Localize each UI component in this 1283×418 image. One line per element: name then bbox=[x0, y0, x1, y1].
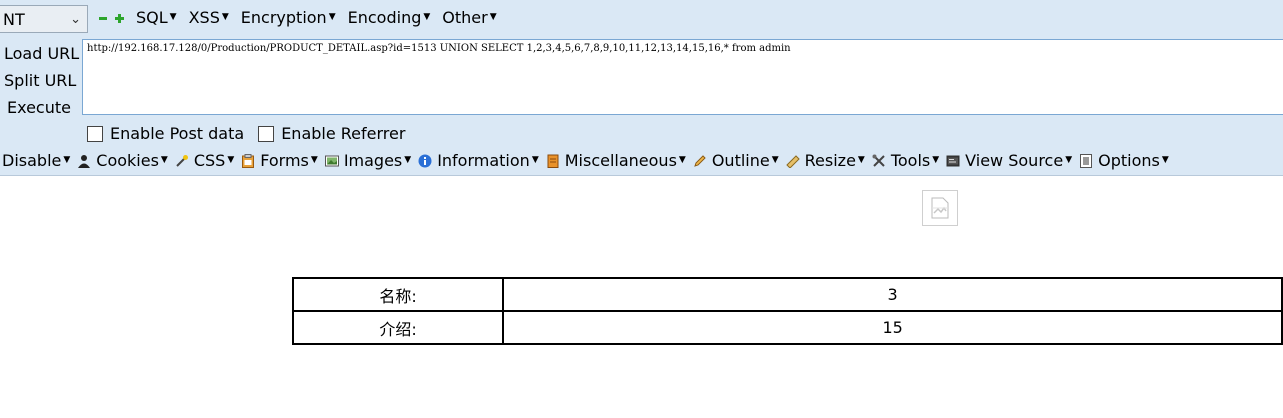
enable-post-data-checkbox[interactable]: Enable Post data bbox=[87, 124, 244, 143]
dropdown-triangle-icon: ▼ bbox=[160, 154, 168, 165]
menu-miscellaneous[interactable]: Miscellaneous ▼ bbox=[546, 151, 686, 170]
dropdown-triangle-icon: ▼ bbox=[1065, 154, 1073, 165]
menu-information[interactable]: Information ▼ bbox=[418, 151, 539, 170]
menu-cookies[interactable]: Cookies ▼ bbox=[77, 151, 168, 170]
dropdown-triangle-icon: ▼ bbox=[771, 154, 779, 165]
dropdown-triangle-icon: ▼ bbox=[489, 11, 497, 22]
images-picture-icon bbox=[324, 154, 339, 168]
tools-icon bbox=[872, 154, 886, 168]
dropdown-triangle-icon: ▼ bbox=[227, 154, 235, 165]
menu-tools[interactable]: Tools ▼ bbox=[872, 151, 939, 170]
menu-encoding[interactable]: Encoding ▼ bbox=[348, 8, 431, 27]
dropdown-triangle-icon: ▼ bbox=[1161, 154, 1169, 165]
options-icon bbox=[1079, 153, 1093, 168]
css-wand-icon bbox=[175, 154, 189, 168]
information-icon bbox=[418, 154, 432, 168]
cookie-person-icon bbox=[77, 154, 91, 168]
forms-clipboard-icon bbox=[241, 153, 255, 168]
broken-image-icon bbox=[922, 190, 958, 226]
dropdown-triangle-icon: ▼ bbox=[932, 154, 940, 165]
minus-icon[interactable] bbox=[98, 13, 108, 23]
dropdown-triangle-icon: ▼ bbox=[678, 154, 686, 165]
dropdown-triangle-icon: ▼ bbox=[531, 154, 539, 165]
hackbar-toolbar: NT ⌄ SQL ▼ XSS ▼ Encryption ▼ Encoding ▼ Oth… bbox=[0, 0, 1283, 176]
description-value: 15 bbox=[502, 310, 1283, 345]
dropdown-triangle-icon: ▼ bbox=[423, 11, 431, 22]
view-source-icon bbox=[946, 154, 960, 168]
mode-select[interactable]: NT ⌄ bbox=[0, 5, 88, 33]
dropdown-triangle-icon: ▼ bbox=[221, 11, 229, 22]
url-actions: Load URL Split URL Execute bbox=[0, 40, 82, 121]
mode-select-value: NT bbox=[3, 9, 25, 29]
menu-resize[interactable]: Resize ▼ bbox=[785, 151, 865, 170]
plus-icon[interactable] bbox=[114, 13, 124, 23]
outline-pencil-icon bbox=[693, 154, 707, 168]
table-row: 名称: 3 bbox=[291, 277, 1283, 312]
menu-encryption[interactable]: Encryption ▼ bbox=[241, 8, 336, 27]
menu-sql[interactable]: SQL ▼ bbox=[136, 8, 177, 27]
post-options: Enable Post data Enable Referrer bbox=[87, 124, 419, 143]
checkbox-box[interactable] bbox=[258, 125, 275, 142]
zoom-controls bbox=[98, 13, 130, 23]
web-developer-toolbar: Disable ▼ Cookies ▼ CSS ▼ Forms ▼ Images ▼ In… bbox=[2, 151, 1176, 170]
menu-images[interactable]: Images ▼ bbox=[324, 151, 412, 170]
table-row: 介绍: 15 bbox=[291, 310, 1283, 345]
execute-button[interactable]: Execute bbox=[0, 94, 82, 121]
menu-xss[interactable]: XSS ▼ bbox=[189, 8, 229, 27]
enable-referrer-label: Enable Referrer bbox=[281, 124, 406, 143]
resize-ruler-icon bbox=[785, 154, 800, 168]
url-textarea[interactable]: http://192.168.17.128/0/Production/PRODU… bbox=[82, 39, 1283, 115]
miscellaneous-icon bbox=[546, 154, 560, 168]
dropdown-triangle-icon: ▼ bbox=[310, 154, 318, 165]
enable-post-data-label: Enable Post data bbox=[110, 124, 245, 143]
menu-other[interactable]: Other ▼ bbox=[442, 8, 496, 27]
load-url-button[interactable]: Load URL bbox=[0, 40, 82, 67]
name-value: 3 bbox=[502, 277, 1283, 312]
dropdown-triangle-icon: ▼ bbox=[63, 154, 71, 165]
menu-outline[interactable]: Outline ▼ bbox=[693, 151, 779, 170]
dropdown-triangle-icon: ▼ bbox=[404, 154, 412, 165]
menu-forms[interactable]: Forms ▼ bbox=[241, 151, 318, 170]
hackbar-menu: SQL ▼ XSS ▼ Encryption ▼ Encoding ▼ Other ▼ bbox=[98, 8, 509, 27]
enable-referrer-checkbox[interactable]: Enable Referrer bbox=[258, 124, 405, 143]
split-url-button[interactable]: Split URL bbox=[0, 67, 82, 94]
checkbox-box[interactable] bbox=[87, 125, 103, 142]
product-detail-table: 名称: 3 介绍: 15 bbox=[291, 277, 1283, 345]
name-label: 名称: bbox=[291, 277, 505, 312]
menu-css[interactable]: CSS ▼ bbox=[175, 151, 234, 170]
chevron-down-icon: ⌄ bbox=[70, 11, 81, 27]
menu-view-source[interactable]: View Source ▼ bbox=[946, 151, 1072, 170]
description-label: 介绍: bbox=[291, 310, 505, 345]
dropdown-triangle-icon: ▼ bbox=[857, 154, 865, 165]
menu-disable[interactable]: Disable ▼ bbox=[2, 151, 70, 170]
dropdown-triangle-icon: ▼ bbox=[328, 11, 336, 22]
dropdown-triangle-icon: ▼ bbox=[169, 11, 177, 22]
menu-options[interactable]: Options ▼ bbox=[1079, 151, 1169, 170]
